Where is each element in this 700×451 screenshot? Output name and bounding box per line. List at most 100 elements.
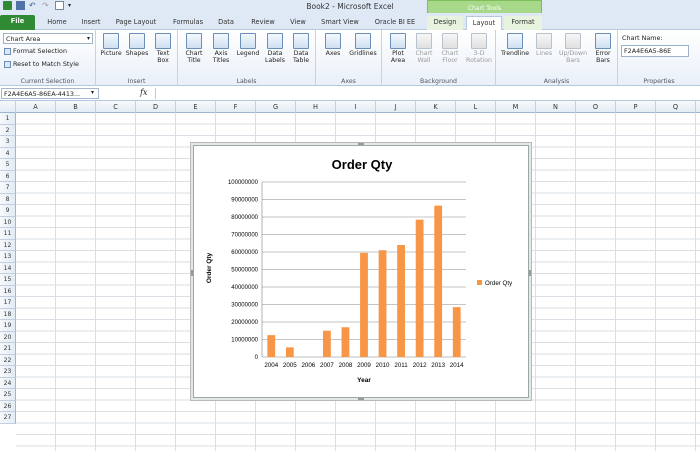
row-header-9[interactable]: 9 bbox=[0, 205, 16, 217]
column-header-Q[interactable]: Q bbox=[656, 101, 696, 113]
chart-floor-button[interactable]: Chart Floor bbox=[438, 33, 462, 64]
bar-2013[interactable] bbox=[434, 205, 443, 357]
row-header-7[interactable]: 7 bbox=[0, 182, 16, 194]
column-header-O[interactable]: O bbox=[576, 101, 616, 113]
tab-formulas[interactable]: Formulas bbox=[168, 16, 208, 30]
tab-oracle-bi-ee[interactable]: Oracle BI EE bbox=[370, 16, 420, 30]
text-box-button[interactable]: Text Box bbox=[152, 33, 174, 64]
row-header-17[interactable]: 17 bbox=[0, 297, 16, 309]
bar-2010[interactable] bbox=[378, 250, 387, 357]
legend-label[interactable]: Order Qty bbox=[485, 280, 513, 287]
data-table-button[interactable]: Data Table bbox=[289, 33, 313, 64]
row-header-16[interactable]: 16 bbox=[0, 285, 16, 297]
column-header-H[interactable]: H bbox=[296, 101, 336, 113]
row-header-14[interactable]: 14 bbox=[0, 262, 16, 274]
insert-function-icon[interactable]: fx bbox=[140, 88, 147, 97]
row-header-2[interactable]: 2 bbox=[0, 124, 16, 136]
trendline-button[interactable]: Trendline bbox=[499, 33, 531, 57]
column-header-J[interactable]: J bbox=[376, 101, 416, 113]
column-header-P[interactable]: P bbox=[616, 101, 656, 113]
tab-review[interactable]: Review bbox=[247, 16, 279, 30]
axes-button[interactable]: Axes bbox=[321, 33, 345, 57]
bar-2008[interactable] bbox=[341, 327, 350, 357]
row-header-11[interactable]: 11 bbox=[0, 228, 16, 240]
error-bars-button[interactable]: Error Bars bbox=[591, 33, 615, 64]
bar-2014[interactable] bbox=[452, 307, 461, 357]
row-header-27[interactable]: 27 bbox=[0, 412, 16, 424]
column-header-B[interactable]: B bbox=[56, 101, 96, 113]
tab-page-layout[interactable]: Page Layout bbox=[112, 16, 160, 30]
row-header-1[interactable]: 1 bbox=[0, 113, 16, 125]
column-header-K[interactable]: K bbox=[416, 101, 456, 113]
tab-format[interactable]: Format bbox=[504, 16, 542, 30]
row-header-4[interactable]: 4 bbox=[0, 147, 16, 159]
gridlines-button[interactable]: Gridlines bbox=[348, 33, 378, 57]
column-header-D[interactable]: D bbox=[136, 101, 176, 113]
row-header-18[interactable]: 18 bbox=[0, 308, 16, 320]
tab-view[interactable]: View bbox=[285, 16, 311, 30]
chart-title[interactable]: Order Qty bbox=[332, 157, 393, 172]
format-selection-button[interactable]: Format Selection bbox=[4, 47, 67, 55]
row-header-5[interactable]: 5 bbox=[0, 159, 16, 171]
column-header-E[interactable]: E bbox=[176, 101, 216, 113]
chart-object[interactable]: Order Qty 0 10000000 20000000 30000000 40000… bbox=[191, 143, 531, 400]
picture-button[interactable]: Picture bbox=[99, 33, 123, 57]
row-header-24[interactable]: 24 bbox=[0, 377, 16, 389]
chart-name-input[interactable]: F2A4E6A5-86E bbox=[621, 45, 689, 57]
y-axis-title[interactable]: Order Qty bbox=[206, 252, 213, 283]
axis-titles-button[interactable]: Axis Titles bbox=[209, 33, 233, 64]
row-header-13[interactable]: 13 bbox=[0, 251, 16, 263]
column-header-I[interactable]: I bbox=[336, 101, 376, 113]
3d-rotation-button[interactable]: 3-D Rotation bbox=[464, 33, 494, 64]
bar-2009[interactable] bbox=[360, 252, 368, 357]
row-header-26[interactable]: 26 bbox=[0, 400, 16, 412]
tab-smart-view[interactable]: Smart View bbox=[318, 16, 362, 30]
formula-input[interactable] bbox=[155, 88, 698, 99]
bar-2005[interactable] bbox=[285, 347, 294, 357]
row-header-25[interactable]: 25 bbox=[0, 389, 16, 401]
chevron-down-icon[interactable]: ▾ bbox=[91, 89, 94, 96]
legend-button[interactable]: Legend bbox=[235, 33, 261, 57]
bar-2004[interactable] bbox=[267, 335, 276, 357]
tab-insert[interactable]: Insert bbox=[76, 16, 106, 30]
shapes-button[interactable]: Shapes bbox=[124, 33, 150, 57]
bar-2011[interactable] bbox=[397, 245, 405, 357]
select-all-corner[interactable] bbox=[0, 101, 16, 113]
up-down-bars-button[interactable]: Up/Down Bars bbox=[557, 33, 589, 64]
column-header-C[interactable]: C bbox=[96, 101, 136, 113]
chart-title-button[interactable]: Chart Title bbox=[182, 33, 206, 64]
row-header-23[interactable]: 23 bbox=[0, 366, 16, 378]
tab-layout[interactable]: Layout bbox=[466, 16, 502, 31]
row-header-8[interactable]: 8 bbox=[0, 193, 16, 205]
bar-2007[interactable] bbox=[323, 330, 331, 357]
row-header-12[interactable]: 12 bbox=[0, 239, 16, 251]
row-header-21[interactable]: 21 bbox=[0, 343, 16, 355]
reset-to-match-style-button[interactable]: Reset to Match Style bbox=[4, 60, 79, 68]
resize-handle-left[interactable] bbox=[191, 270, 193, 276]
column-header-L[interactable]: L bbox=[456, 101, 496, 113]
column-header-G[interactable]: G bbox=[256, 101, 296, 113]
row-header-15[interactable]: 15 bbox=[0, 274, 16, 286]
row-header-10[interactable]: 10 bbox=[0, 216, 16, 228]
bar-2012[interactable] bbox=[415, 219, 424, 357]
tab-data[interactable]: Data bbox=[213, 16, 239, 30]
resize-handle-top[interactable] bbox=[358, 143, 364, 145]
chart-element-select[interactable]: Chart Area ▾ bbox=[3, 33, 93, 44]
column-header-M[interactable]: M bbox=[496, 101, 536, 113]
row-header-22[interactable]: 22 bbox=[0, 354, 16, 366]
tab-home[interactable]: Home bbox=[42, 16, 72, 30]
lines-button[interactable]: Lines bbox=[533, 33, 555, 57]
column-header-A[interactable]: A bbox=[16, 101, 56, 113]
tab-design[interactable]: Design bbox=[427, 16, 463, 30]
chart-wall-button[interactable]: Chart Wall bbox=[412, 33, 436, 64]
row-header-6[interactable]: 6 bbox=[0, 170, 16, 182]
row-header-3[interactable]: 3 bbox=[0, 136, 16, 148]
x-axis-title[interactable]: Year bbox=[357, 377, 371, 384]
name-box[interactable]: F2A4E6A5-86EA-4413... bbox=[1, 88, 99, 99]
column-header-N[interactable]: N bbox=[536, 101, 576, 113]
data-labels-button[interactable]: Data Labels bbox=[263, 33, 287, 64]
row-header-20[interactable]: 20 bbox=[0, 331, 16, 343]
row-header-19[interactable]: 19 bbox=[0, 320, 16, 332]
column-header-F[interactable]: F bbox=[216, 101, 256, 113]
plot-area-button[interactable]: Plot Area bbox=[386, 33, 410, 64]
